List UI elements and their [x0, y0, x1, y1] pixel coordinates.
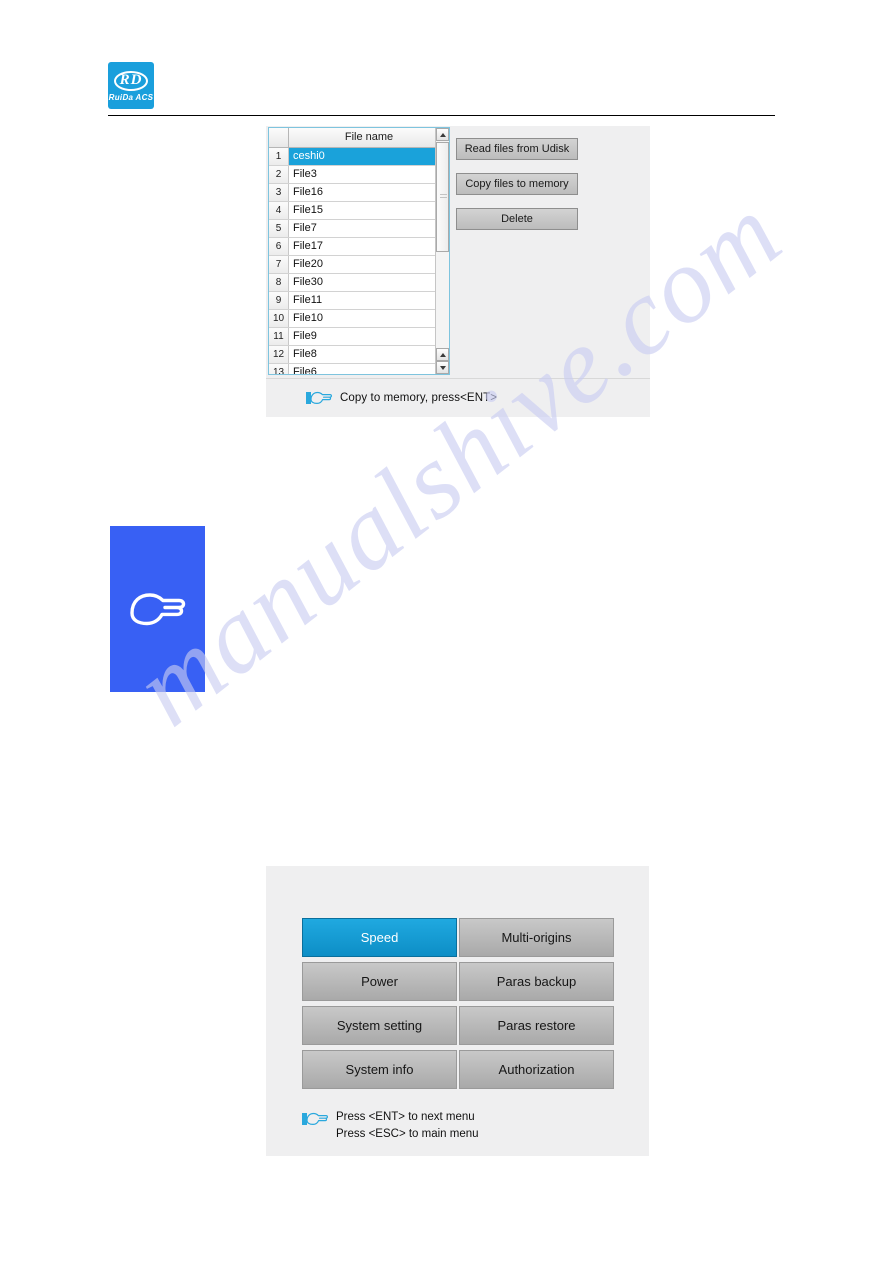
row-file-name: File16: [289, 184, 435, 201]
row-index: 3: [269, 184, 289, 201]
table-row[interactable]: 3 File16: [269, 184, 435, 202]
pointing-hand-large-icon: [129, 593, 185, 626]
row-index: 5: [269, 220, 289, 237]
table-row[interactable]: 4 File15: [269, 202, 435, 220]
menu-button-system-info[interactable]: System info: [302, 1050, 457, 1089]
row-index: 9: [269, 292, 289, 309]
menu-button-grid: Speed Multi-origins Power Paras backup Syste…: [302, 918, 614, 1089]
scrollbar-thumb[interactable]: [436, 142, 449, 252]
file-list-header: File name: [269, 128, 449, 148]
pointing-hand-glyph: [306, 1112, 328, 1125]
pointing-hand-glyph: [310, 391, 332, 404]
row-file-name: File10: [289, 310, 435, 327]
menu-button-authorization[interactable]: Authorization: [459, 1050, 614, 1089]
pointing-hand-icon: [302, 1111, 328, 1127]
table-row[interactable]: 5 File7: [269, 220, 435, 238]
menu-button-power[interactable]: Power: [302, 962, 457, 1001]
table-row[interactable]: 6 File17: [269, 238, 435, 256]
chevron-up-icon: [439, 132, 446, 137]
row-index: 13: [269, 364, 289, 374]
status-message: Copy to memory, press<ENT>: [340, 392, 498, 404]
logo-mark-text: RD: [119, 72, 143, 88]
menu-button-system-setting[interactable]: System setting: [302, 1006, 457, 1045]
menu-button-speed[interactable]: Speed: [302, 918, 457, 957]
row-file-name: File15: [289, 202, 435, 219]
row-file-name: File3: [289, 166, 435, 183]
file-manager-body: File name 1 ceshi0 2 File3 3 File16 4 File15 5 Fi…: [266, 126, 650, 375]
blue-hand-tile: [110, 526, 205, 692]
scroll-up-button-secondary[interactable]: [436, 348, 449, 361]
row-index: 10: [269, 310, 289, 327]
table-row[interactable]: 9 File11: [269, 292, 435, 310]
row-index: 12: [269, 346, 289, 363]
table-row[interactable]: 10 File10: [269, 310, 435, 328]
table-row[interactable]: 13 File6: [269, 364, 435, 374]
file-list-rows: 1 ceshi0 2 File3 3 File16 4 File15 5 File7 6 File17…: [269, 148, 435, 374]
ruida-acs-logo: RD RuiDa ACS: [108, 62, 154, 109]
row-file-name: File7: [289, 220, 435, 237]
table-row[interactable]: 7 File20: [269, 256, 435, 274]
action-button-delete[interactable]: Delete: [456, 208, 578, 230]
row-index: 11: [269, 328, 289, 345]
row-file-name: File17: [289, 238, 435, 255]
row-file-name: File30: [289, 274, 435, 291]
row-index: 7: [269, 256, 289, 273]
file-manager-status-bar: Copy to memory, press<ENT>: [266, 378, 650, 417]
row-index: 2: [269, 166, 289, 183]
action-button-copy-files-to-memory[interactable]: Copy files to memory: [456, 173, 578, 195]
menu-hint: Press <ENT> to next menu Press <ESC> to …: [302, 1109, 479, 1143]
row-index: 1: [269, 148, 289, 165]
chevron-down-icon: [439, 365, 446, 370]
scroll-down-button[interactable]: [436, 361, 449, 374]
table-row[interactable]: 1 ceshi0: [269, 148, 435, 166]
table-row[interactable]: 12 File8: [269, 346, 435, 364]
row-file-name: File20: [289, 256, 435, 273]
file-list-scrollbar[interactable]: [435, 128, 449, 374]
header-divider: [108, 115, 775, 116]
hint-line-1: Press <ENT> to next menu: [336, 1111, 475, 1123]
menu-button-multi-origins[interactable]: Multi-origins: [459, 918, 614, 957]
menu-button-paras-restore[interactable]: Paras restore: [459, 1006, 614, 1045]
row-file-name: ceshi0: [289, 148, 435, 165]
column-header-filename: File name: [289, 128, 449, 147]
menu-screenshot: Speed Multi-origins Power Paras backup Syste…: [266, 866, 649, 1156]
row-index: 4: [269, 202, 289, 219]
chevron-up-icon: [439, 352, 446, 357]
row-index: 6: [269, 238, 289, 255]
file-manager-actions: Read files from Udisk Copy files to memor…: [456, 138, 596, 243]
action-button-read-files-from-udisk[interactable]: Read files from Udisk: [456, 138, 578, 160]
row-index: 8: [269, 274, 289, 291]
scroll-up-button[interactable]: [436, 128, 449, 141]
row-file-name: File9: [289, 328, 435, 345]
menu-hint-lines: Press <ENT> to next menu Press <ESC> to …: [336, 1109, 479, 1143]
scrollbar-grip-icon: [440, 194, 447, 200]
pointing-hand-icon: [306, 390, 332, 406]
row-file-name: File6: [289, 364, 435, 374]
row-file-name: File8: [289, 346, 435, 363]
column-header-index: [269, 128, 289, 147]
menu-button-paras-backup[interactable]: Paras backup: [459, 962, 614, 1001]
file-manager-screenshot: File name 1 ceshi0 2 File3 3 File16 4 File15 5 Fi…: [266, 126, 650, 417]
row-file-name: File11: [289, 292, 435, 309]
table-row[interactable]: 8 File30: [269, 274, 435, 292]
table-row[interactable]: 11 File9: [269, 328, 435, 346]
file-list[interactable]: File name 1 ceshi0 2 File3 3 File16 4 File15 5 Fi…: [268, 127, 450, 375]
hint-line-2: Press <ESC> to main menu: [336, 1128, 479, 1140]
logo-subtext: RuiDa ACS: [108, 93, 154, 102]
table-row[interactable]: 2 File3: [269, 166, 435, 184]
